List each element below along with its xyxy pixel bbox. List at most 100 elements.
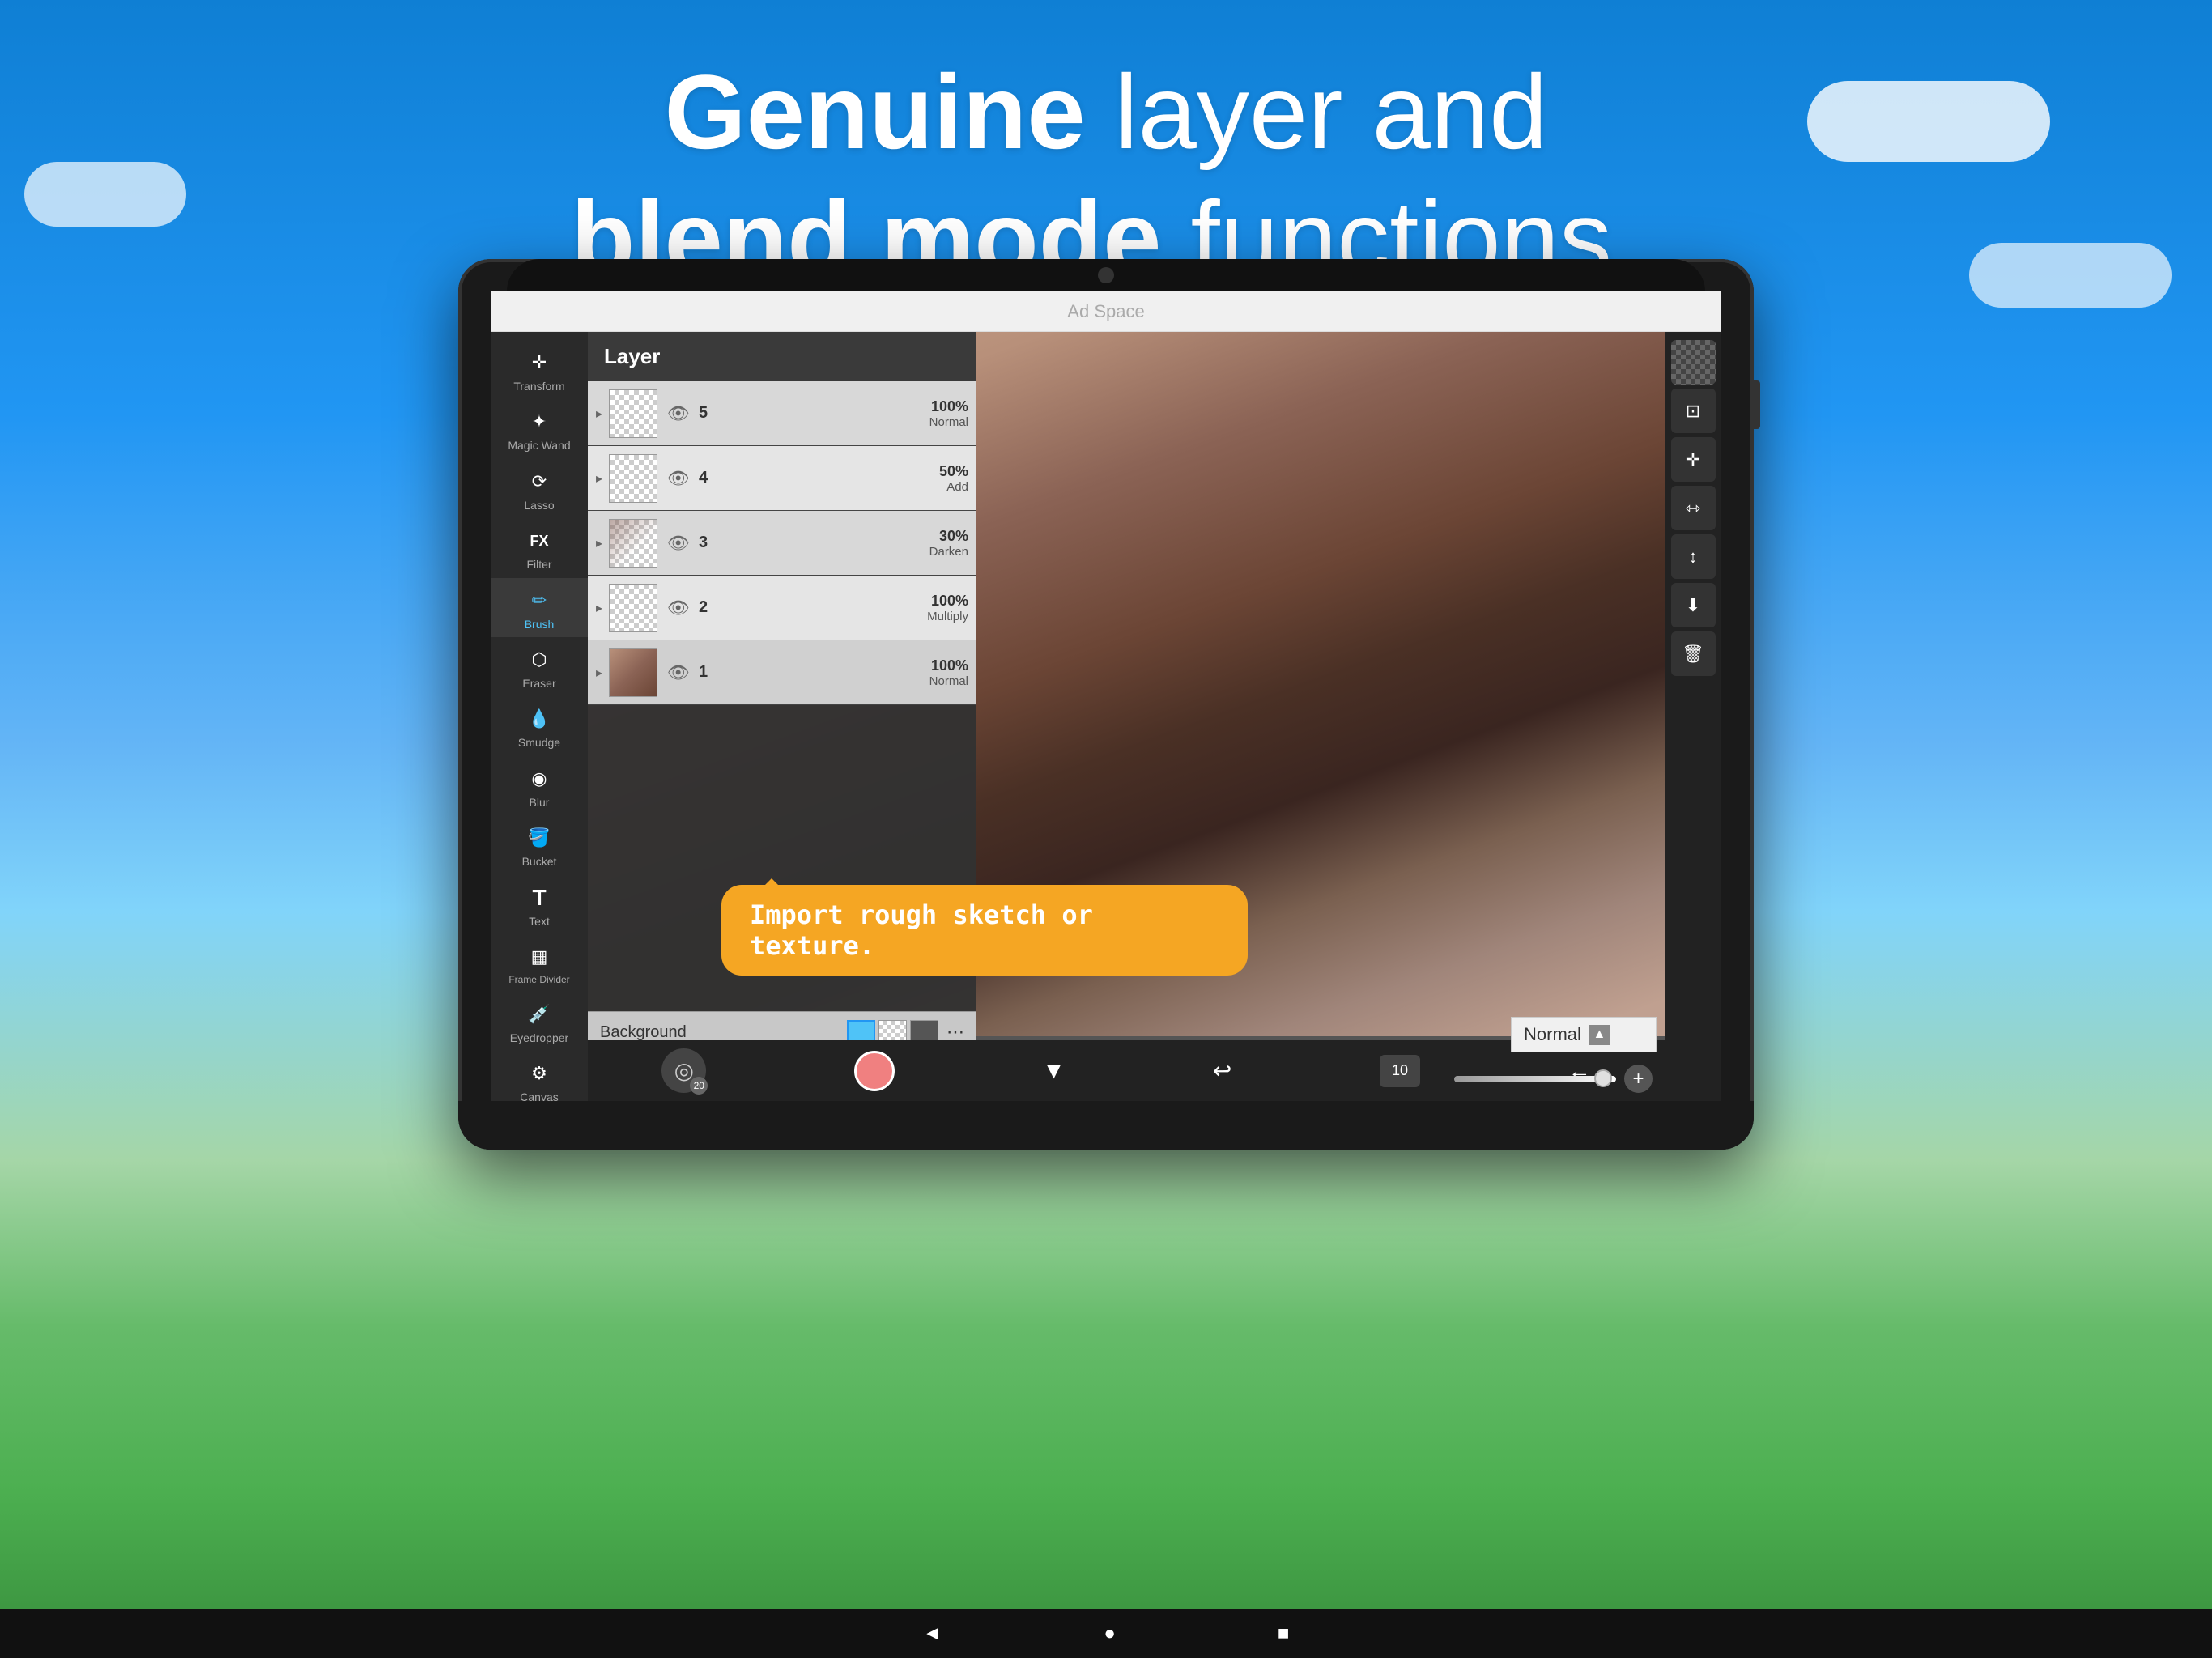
layer-2-expand: ▸ xyxy=(596,600,602,616)
main-canvas[interactable]: Layer ▸ 👁 5 100% Normal xyxy=(588,332,1721,1101)
android-back-button[interactable]: ◄ xyxy=(923,1622,942,1645)
tool-frame-divider[interactable]: ▦ Frame Divider xyxy=(491,934,588,992)
download-btn[interactable]: ▼ xyxy=(1043,1058,1066,1084)
layer-3-visibility[interactable]: 👁 xyxy=(664,529,692,557)
text-icon: T xyxy=(523,882,555,914)
filter-icon: FX xyxy=(523,525,555,557)
tool-filter[interactable]: FX Filter xyxy=(491,518,588,577)
layer-3-info: 30% Darken xyxy=(721,528,968,559)
tablet-wrapper: Ad Space ✛ Transform ✦ Magic Wand ⟳ xyxy=(458,259,1754,1150)
blend-mode-value: Normal xyxy=(1524,1024,1581,1045)
ad-space-label: Ad Space xyxy=(1067,301,1144,322)
layer-panel-title: Layer xyxy=(604,344,660,369)
lasso-label: Lasso xyxy=(524,500,554,512)
blend-mode-dropdown[interactable]: Normal ▲ xyxy=(1511,1017,1657,1052)
tablet-top-bar xyxy=(507,259,1705,291)
layer-item-5[interactable]: ▸ 👁 5 100% Normal xyxy=(588,381,976,446)
layer-1-info: 100% Normal xyxy=(721,657,968,688)
tablet-camera xyxy=(1098,267,1114,283)
right-tool-down[interactable]: ⬇ xyxy=(1671,583,1716,627)
filter-label: Filter xyxy=(526,559,551,571)
opacity-controls: + xyxy=(1454,1065,1653,1093)
brush-size-btn[interactable]: ◎ 20 xyxy=(661,1048,706,1093)
brush-label: Brush xyxy=(525,619,555,631)
layer-5-expand: ▸ xyxy=(596,406,602,422)
tablet-device: Ad Space ✛ Transform ✦ Magic Wand ⟳ xyxy=(458,259,1754,1150)
android-home-button[interactable]: ● xyxy=(1104,1622,1116,1645)
layer-2-visibility[interactable]: 👁 xyxy=(664,593,692,622)
layer-item-3[interactable]: ▸ 👁 3 30% Darken xyxy=(588,511,976,576)
layer-2-opacity: 100% xyxy=(721,593,968,610)
layer-4-thumbnail xyxy=(609,454,657,503)
left-toolbar: ✛ Transform ✦ Magic Wand ⟳ Lasso FX Filt… xyxy=(491,332,588,1101)
brush-icon: ✏ xyxy=(523,585,555,617)
right-tool-rotate[interactable]: ↕ xyxy=(1671,534,1716,579)
headline-bold-1: Genuine xyxy=(665,53,1086,171)
tool-eraser[interactable]: ⬡ Eraser xyxy=(491,637,588,696)
android-recents-button[interactable]: ■ xyxy=(1278,1622,1290,1645)
bucket-icon: 🪣 xyxy=(523,822,555,854)
layer-4-blend: Add xyxy=(721,480,968,494)
right-panel: ⊡ ✛ ⇿ ↕ ⬇ 🗑 xyxy=(1665,332,1721,1101)
ad-space-bar: Ad Space xyxy=(491,291,1721,332)
tool-bucket[interactable]: 🪣 Bucket xyxy=(491,815,588,874)
eyedropper-label: Eyedropper xyxy=(510,1032,568,1044)
layer-4-opacity: 50% xyxy=(721,463,968,480)
layer-5-opacity: 100% xyxy=(721,398,968,415)
tool-canvas[interactable]: ⚙ Canvas xyxy=(491,1051,588,1101)
layer-item-1[interactable]: ▸ 👁 1 100% Normal xyxy=(588,640,976,705)
tool-lasso[interactable]: ⟳ Lasso xyxy=(491,459,588,518)
undo-btn[interactable]: ↩ xyxy=(1213,1057,1231,1084)
magic-wand-label: Magic Wand xyxy=(508,440,570,452)
blend-mode-arrow[interactable]: ▲ xyxy=(1589,1025,1610,1045)
layer-1-visibility[interactable]: 👁 xyxy=(664,658,692,687)
layer-1-opacity: 100% xyxy=(721,657,968,674)
opacity-slider[interactable] xyxy=(1454,1076,1616,1082)
text-label: Text xyxy=(529,916,550,928)
layer-5-blend: Normal xyxy=(721,415,968,429)
tool-magic-wand[interactable]: ✦ Magic Wand xyxy=(491,399,588,458)
layer-3-number: 3 xyxy=(699,534,715,552)
layer-item-4[interactable]: ▸ 👁 4 50% Add xyxy=(588,446,976,511)
layer-4-visibility[interactable]: 👁 xyxy=(664,464,692,492)
tool-transform[interactable]: ✛ Transform xyxy=(491,340,588,399)
right-tool-flip[interactable]: ⇿ xyxy=(1671,486,1716,530)
tool-text[interactable]: T Text xyxy=(491,875,588,934)
page-num-btn[interactable]: 10 xyxy=(1380,1055,1420,1087)
layer-1-number: 1 xyxy=(699,663,715,682)
opacity-plus-button[interactable]: + xyxy=(1624,1065,1653,1093)
layer-item-2[interactable]: ▸ 👁 2 100% Multiply xyxy=(588,576,976,640)
layer-4-expand: ▸ xyxy=(596,470,602,487)
lasso-icon: ⟳ xyxy=(523,466,555,498)
android-navigation-bar: ◄ ● ■ xyxy=(0,1609,2212,1658)
color-picker-btn[interactable] xyxy=(854,1051,895,1091)
background-label: Background xyxy=(600,1023,839,1042)
opacity-thumb[interactable] xyxy=(1594,1069,1612,1087)
tool-blur[interactable]: ◉ Blur xyxy=(491,756,588,815)
frame-divider-label: Frame Divider xyxy=(508,975,569,985)
layer-2-info: 100% Multiply xyxy=(721,593,968,623)
layer-3-blend: Darken xyxy=(721,545,968,559)
layer-1-thumbnail xyxy=(609,648,657,697)
layer-3-thumbnail xyxy=(609,519,657,568)
brush-size-number: 20 xyxy=(690,1077,708,1095)
tablet-bottom-bar xyxy=(458,1101,1754,1150)
tool-brush[interactable]: ✏ Brush xyxy=(491,578,588,637)
layer-5-visibility[interactable]: 👁 xyxy=(664,399,692,427)
tool-eyedropper[interactable]: 💉 Eyedropper xyxy=(491,992,588,1051)
right-tool-pattern[interactable] xyxy=(1671,340,1716,385)
blur-label: Blur xyxy=(530,797,550,809)
blend-mode-select[interactable]: Normal ▲ xyxy=(1511,1017,1657,1052)
layer-panel: Layer ▸ 👁 5 100% Normal xyxy=(588,332,976,1101)
tool-smudge[interactable]: 💧 Smudge xyxy=(491,696,588,755)
right-tool-select[interactable]: ⊡ xyxy=(1671,389,1716,433)
right-tool-move[interactable]: ✛ xyxy=(1671,437,1716,482)
layer-panel-header: Layer xyxy=(588,332,976,381)
layer-4-number: 4 xyxy=(699,469,715,487)
layer-5-number: 5 xyxy=(699,404,715,423)
smudge-label: Smudge xyxy=(518,737,560,749)
canvas-icon: ⚙ xyxy=(523,1057,555,1090)
layer-3-expand: ▸ xyxy=(596,535,602,551)
layer-5-thumbnail xyxy=(609,389,657,438)
right-tool-trash[interactable]: 🗑 xyxy=(1671,631,1716,676)
